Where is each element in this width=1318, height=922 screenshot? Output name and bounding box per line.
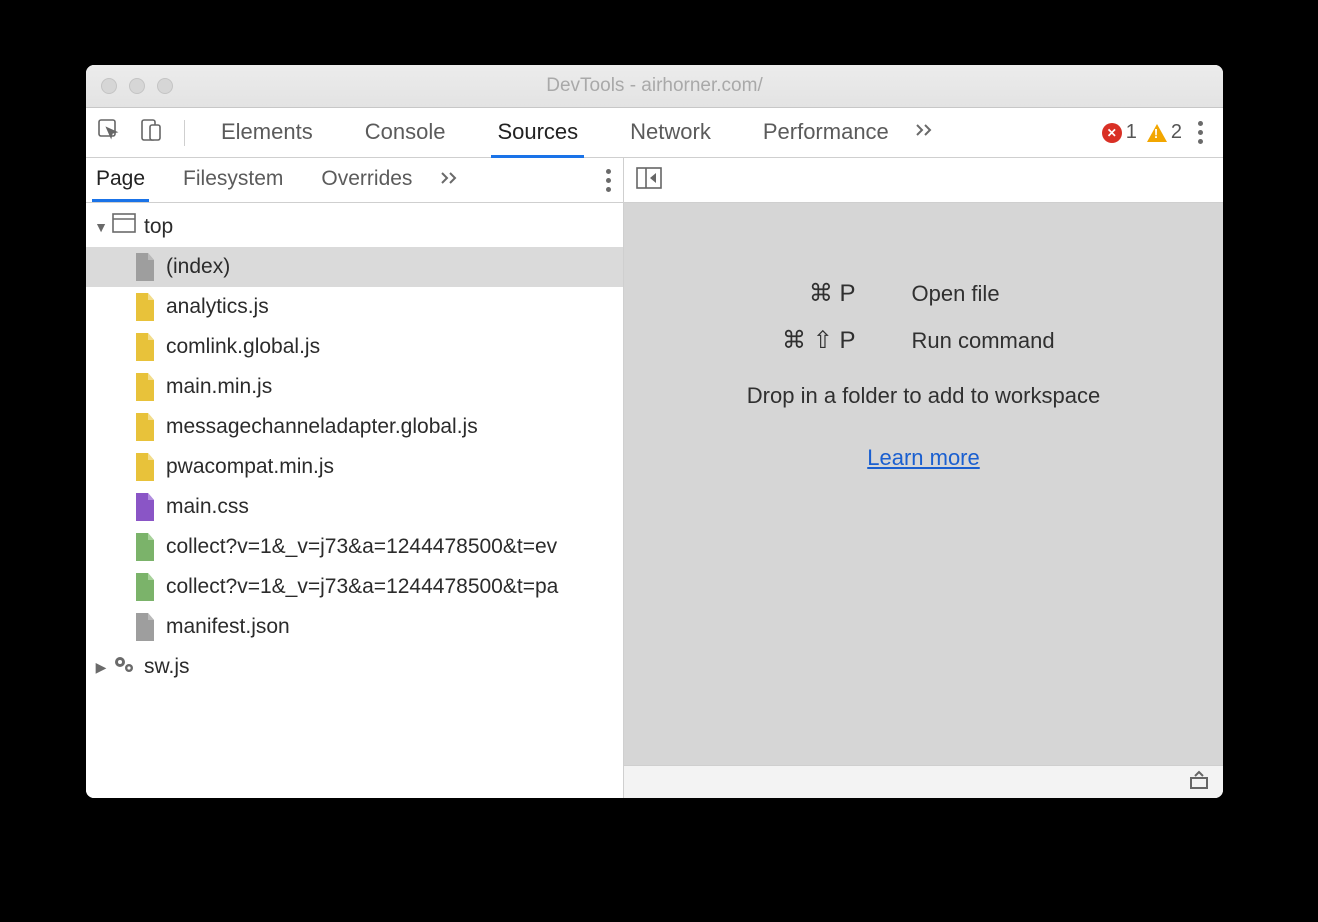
titlebar: DevTools - airhorner.com/ [86,65,1223,108]
tree-file-item[interactable]: (index) [86,247,623,287]
tree-frame-top[interactable]: ▼ top [86,207,623,247]
file-icon [134,293,156,321]
hint-label: Open file [912,281,1122,307]
editor-body[interactable]: ⌘ P Open file ⌘ ⇧ P Run command Drop in … [624,203,1223,765]
file-icon [134,453,156,481]
tree-worker-swjs[interactable]: ▶ sw.js [86,647,623,687]
error-icon [1102,123,1122,143]
toggle-drawer-icon[interactable] [1189,770,1209,795]
hint-keys: ⌘ ⇧ P [726,326,856,355]
learn-more-link[interactable]: Learn more [867,445,980,471]
navigator-tab-page[interactable]: Page [92,158,149,202]
traffic-lights [101,78,173,94]
tree-item-label: analytics.js [166,295,269,319]
tab-sources[interactable]: Sources [491,108,584,158]
expand-arrow-icon[interactable]: ▶ [94,659,108,676]
devtools-window: DevTools - airhorner.com/ Elements Consol… [86,65,1223,798]
workspace-drop-hint: Drop in a folder to add to workspace [747,383,1100,409]
tree-file-item[interactable]: collect?v=1&_v=j73&a=1244478500&t=ev [86,527,623,567]
navigator-menu-icon[interactable] [600,169,617,192]
tree-item-label: collect?v=1&_v=j73&a=1244478500&t=pa [166,575,558,599]
device-toolbar-icon[interactable] [138,117,164,148]
more-tabs-icon[interactable] [440,169,462,192]
file-icon [134,333,156,361]
main-tabbar: Elements Console Sources Network Performance… [86,108,1223,158]
file-icon [134,493,156,521]
hint-keys: ⌘ P [726,279,856,308]
file-icon [134,373,156,401]
tab-console[interactable]: Console [359,108,452,158]
tree-file-item[interactable]: collect?v=1&_v=j73&a=1244478500&t=pa [86,567,623,607]
collapse-navigator-icon[interactable] [636,167,662,194]
frame-icon [112,213,134,241]
tree-file-item[interactable]: main.min.js [86,367,623,407]
warning-count-badge[interactable]: 2 [1147,121,1182,144]
error-count-badge[interactable]: 1 [1102,121,1137,144]
hint-label: Run command [912,328,1122,354]
tree-item-label: collect?v=1&_v=j73&a=1244478500&t=ev [166,535,557,559]
file-tree: ▼ top (index) analytics.js comlink.globa… [86,203,623,798]
navigator-tab-overrides[interactable]: Overrides [317,158,416,202]
tree-item-label: main.min.js [166,375,272,399]
inspect-element-icon[interactable] [96,117,122,148]
zoom-button[interactable] [157,78,173,94]
navigator-tab-filesystem[interactable]: Filesystem [179,158,287,202]
window-title: DevTools - airhorner.com/ [86,75,1223,97]
settings-menu-icon[interactable] [1192,121,1209,144]
tree-file-item[interactable]: main.css [86,487,623,527]
warning-count: 2 [1171,121,1182,144]
minimize-button[interactable] [129,78,145,94]
tree-item-label: main.css [166,495,249,519]
divider [184,120,185,146]
close-button[interactable] [101,78,117,94]
file-icon [134,533,156,561]
tab-performance[interactable]: Performance [757,108,895,158]
file-icon [134,573,156,601]
error-count: 1 [1126,121,1137,144]
tree-item-label: manifest.json [166,615,290,639]
more-tabs-icon[interactable] [915,121,937,144]
tree-item-label: comlink.global.js [166,335,320,359]
tree-file-item[interactable]: messagechanneladapter.global.js [86,407,623,447]
file-icon [134,253,156,281]
navigator-pane: Page Filesystem Overrides ▼ top (index) an… [86,158,624,798]
tree-file-item[interactable]: manifest.json [86,607,623,647]
hint-run-command: ⌘ ⇧ P Run command [726,326,1122,355]
tree-item-label: top [144,215,173,239]
editor-footer [624,765,1223,798]
hint-open-file: ⌘ P Open file [726,279,1122,308]
tree-item-label: pwacompat.min.js [166,455,334,479]
tree-file-item[interactable]: comlink.global.js [86,327,623,367]
file-icon [134,413,156,441]
warning-icon [1147,124,1167,142]
editor-pane: ⌘ P Open file ⌘ ⇧ P Run command Drop in … [624,158,1223,798]
tree-item-label: sw.js [144,655,190,679]
tab-network[interactable]: Network [624,108,717,158]
service-worker-icon [112,653,134,681]
expand-arrow-icon[interactable]: ▼ [94,219,108,235]
tree-item-label: messagechanneladapter.global.js [166,415,478,439]
tree-item-label: (index) [166,255,230,279]
tree-file-item[interactable]: analytics.js [86,287,623,327]
file-icon [134,613,156,641]
navigator-tabbar: Page Filesystem Overrides [86,158,623,203]
editor-header [624,158,1223,203]
tree-file-item[interactable]: pwacompat.min.js [86,447,623,487]
tab-elements[interactable]: Elements [215,108,319,158]
